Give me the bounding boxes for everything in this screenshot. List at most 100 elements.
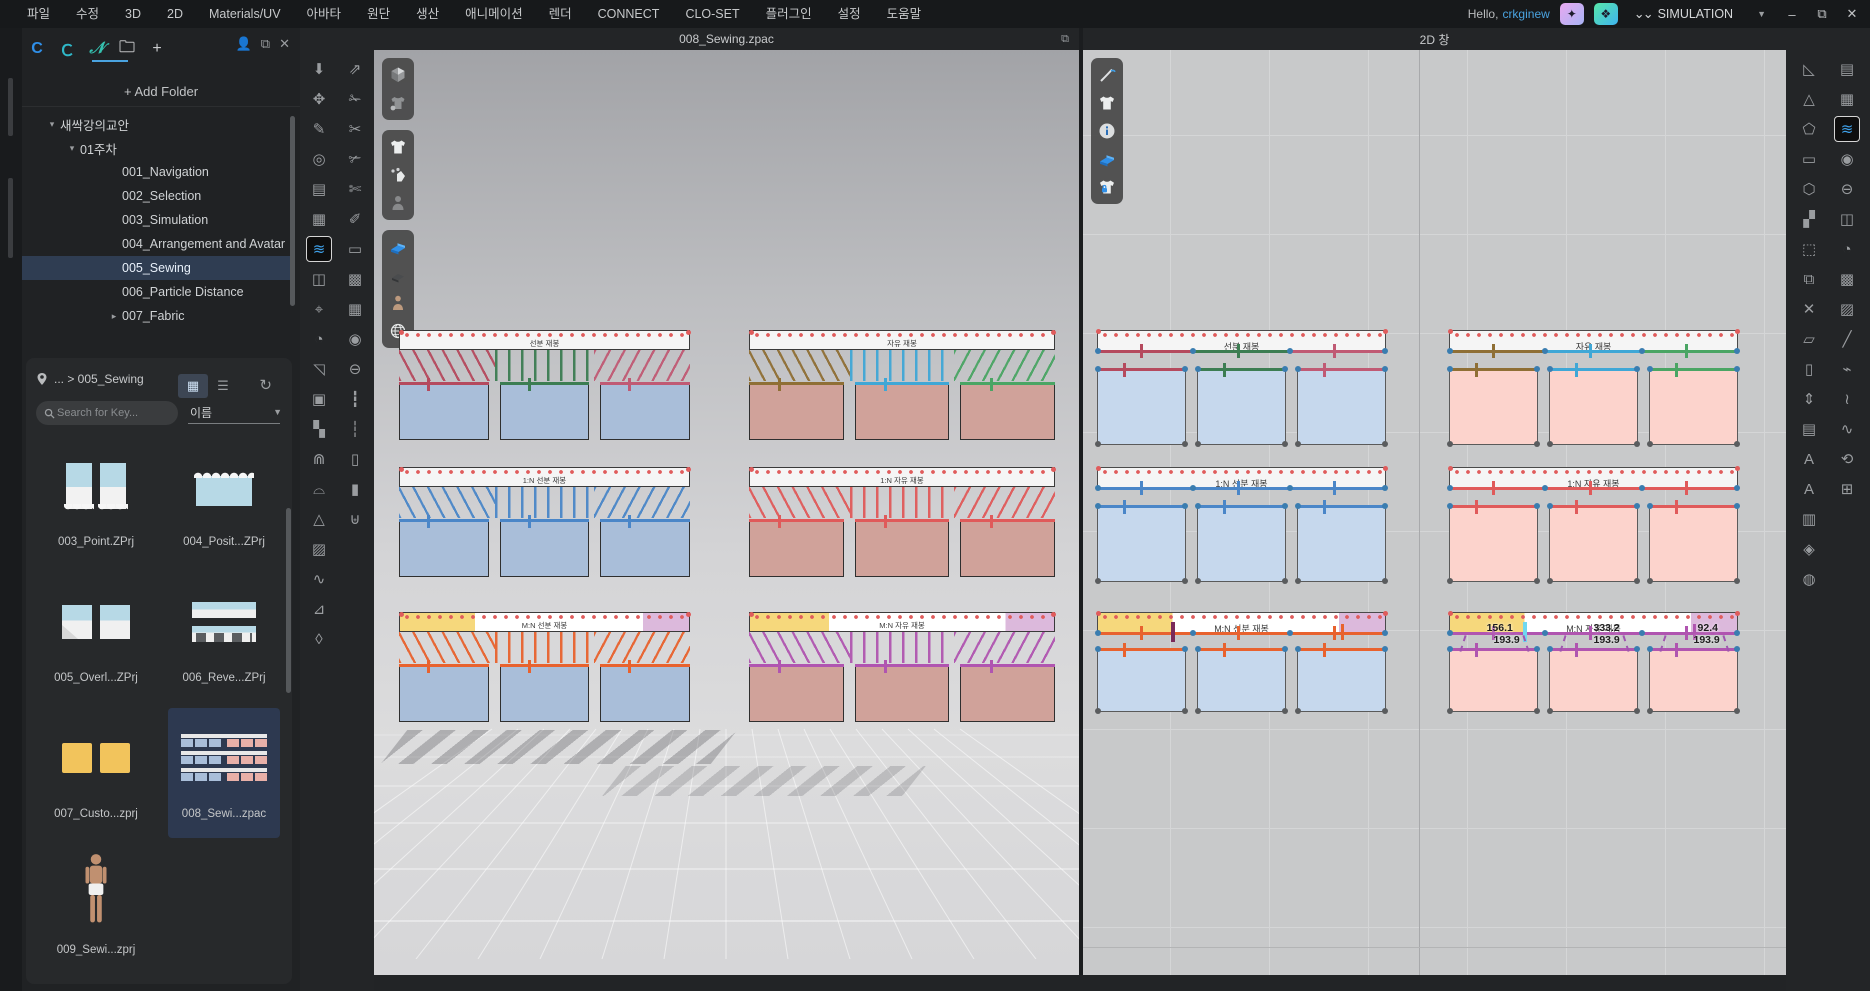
pattern-panel[interactable] <box>600 664 690 722</box>
pattern-point[interactable] <box>1734 578 1740 584</box>
pattern-point[interactable] <box>1096 611 1101 616</box>
pattern-point[interactable] <box>1287 630 1293 636</box>
ruler-icon[interactable]: ⊿ <box>306 596 332 622</box>
pattern-panel[interactable] <box>1649 368 1738 445</box>
pattern-point[interactable] <box>1051 612 1056 617</box>
pattern-panel[interactable] <box>1197 368 1286 445</box>
shirt-steam-icon[interactable]: ◔ <box>1834 236 1860 262</box>
info-icon[interactable] <box>1095 119 1119 143</box>
fold-arrangement-icon[interactable]: ◹ <box>306 356 332 382</box>
jacket-icon[interactable]: ▣ <box>306 386 332 412</box>
menu-item[interactable]: Materials/UV <box>196 0 294 28</box>
pattern-pieces-icon[interactable]: ▚ <box>306 416 332 442</box>
pattern-panel[interactable] <box>500 382 590 440</box>
pattern-point[interactable] <box>1734 441 1740 447</box>
fitting-sewing-icon[interactable]: ◫ <box>306 266 332 292</box>
show-avatar-icon[interactable] <box>386 191 410 215</box>
pattern-panel[interactable] <box>1197 648 1286 712</box>
shirt-checker-icon[interactable]: ▨ <box>1834 296 1860 322</box>
connect-logo-icon[interactable]: Ｃ <box>52 36 82 62</box>
pattern-point[interactable] <box>1647 441 1653 447</box>
arrangement-points-icon[interactable] <box>386 163 410 187</box>
tree-expander-icon[interactable]: ▾ <box>64 143 80 154</box>
pattern-point[interactable] <box>1095 441 1101 447</box>
pattern-point[interactable] <box>1182 441 1188 447</box>
pattern-panel[interactable] <box>749 519 844 577</box>
pattern-panel[interactable] <box>1297 368 1386 445</box>
pattern-point[interactable] <box>1382 485 1388 491</box>
pattern-point[interactable] <box>1190 630 1196 636</box>
pattern-point[interactable] <box>1647 578 1653 584</box>
pattern-point[interactable] <box>1447 441 1453 447</box>
shirt-needle-1-icon[interactable]: ✁ <box>342 86 368 112</box>
wrap-drape-icon[interactable]: ⌓ <box>306 476 332 502</box>
pattern-point[interactable] <box>1647 366 1653 372</box>
pattern-panel[interactable] <box>960 519 1055 577</box>
pattern-panel[interactable] <box>1197 505 1286 582</box>
pattern-panel[interactable] <box>1097 505 1186 582</box>
tree-item[interactable]: 001_Navigation <box>22 160 290 184</box>
comb-ruler-icon[interactable]: ▤ <box>1796 416 1822 442</box>
pattern-point[interactable] <box>1095 646 1101 652</box>
pattern-panel[interactable] <box>1297 648 1386 712</box>
menu-item[interactable]: 애니메이션 <box>452 0 536 28</box>
sewing-line[interactable] <box>1193 632 1289 635</box>
layer-clone-icon[interactable]: ◈ <box>1796 536 1822 562</box>
notch-slash-icon[interactable]: ╱ <box>1834 326 1860 352</box>
pattern-point[interactable] <box>1182 503 1188 509</box>
shirt-texture-icon[interactable]: ▩ <box>1834 266 1860 292</box>
menu-item[interactable]: 3D <box>112 0 154 28</box>
basting-icon[interactable]: ⌁ <box>1834 356 1860 382</box>
pattern-point[interactable] <box>1182 708 1188 714</box>
add-tab-icon[interactable]: + <box>142 36 172 62</box>
pattern-point[interactable] <box>1639 485 1645 491</box>
pattern-point[interactable] <box>1547 441 1553 447</box>
elastic-vertical-icon[interactable]: ≀ <box>1834 386 1860 412</box>
show-garment-shirt-icon[interactable] <box>386 135 410 159</box>
viewport-3d[interactable]: 선분 재봉자유 재봉1:N 선분 재봉1:N 자유 재봉M:N 선분 재봉M:N… <box>374 50 1079 975</box>
pattern-point[interactable] <box>1534 646 1540 652</box>
menu-item[interactable]: 수정 <box>63 0 112 28</box>
pattern-point[interactable] <box>1095 708 1101 714</box>
file-thumbnail[interactable]: 009_Sewi...zprj <box>40 844 152 974</box>
pattern-point[interactable] <box>1195 646 1201 652</box>
pattern-point[interactable] <box>1734 630 1740 636</box>
pattern-point[interactable] <box>1282 441 1288 447</box>
pattern-point[interactable] <box>1634 503 1640 509</box>
mn-sewing-machine-icon[interactable]: ▦ <box>1834 86 1860 112</box>
fabric-roll-icon[interactable]: ▭ <box>342 236 368 262</box>
pattern-point[interactable] <box>749 612 754 617</box>
pattern-point[interactable] <box>749 467 754 472</box>
pattern-point[interactable] <box>1634 646 1640 652</box>
buttonhole-icon[interactable]: ⊖ <box>342 356 368 382</box>
edit-pattern-icon[interactable]: △ <box>1796 86 1822 112</box>
close-panel-icon[interactable]: ✕ <box>279 36 290 52</box>
pattern-panel[interactable] <box>399 382 489 440</box>
pattern-point[interactable] <box>1639 630 1645 636</box>
tree-scrollbar[interactable] <box>290 116 295 306</box>
pattern-panel[interactable] <box>1449 505 1538 582</box>
pattern-panel[interactable] <box>749 664 844 722</box>
mode-switcher[interactable]: ⌄⌄ SIMULATION ▼ <box>1634 6 1766 22</box>
pattern-panel[interactable] <box>1549 505 1638 582</box>
pattern-point[interactable] <box>1735 611 1740 616</box>
sewing-line[interactable] <box>1290 632 1386 635</box>
pattern-point[interactable] <box>1735 466 1740 471</box>
pattern-point[interactable] <box>1382 578 1388 584</box>
pattern-point[interactable] <box>1634 366 1640 372</box>
gravity-drop-icon[interactable]: ⬇ <box>306 56 332 82</box>
pattern-point[interactable] <box>1634 578 1640 584</box>
breadcrumb[interactable]: ... > 005_Sewing <box>54 372 144 386</box>
pattern-point[interactable] <box>1447 630 1453 636</box>
pattern-mesh-icon[interactable] <box>386 263 410 287</box>
menu-item[interactable]: 도움말 <box>874 0 935 28</box>
pattern-point[interactable] <box>1195 708 1201 714</box>
pattern-point[interactable] <box>399 330 404 335</box>
grading-cross-icon[interactable]: ✕ <box>1796 296 1822 322</box>
edit-curvature-icon[interactable]: ⬠ <box>1796 116 1822 142</box>
view3d-titlebar[interactable]: 008_Sewing.zpac ⧉ <box>374 28 1079 50</box>
tree-item[interactable]: 003_Simulation <box>22 208 290 232</box>
pattern-point[interactable] <box>1734 348 1740 354</box>
file-thumbnail[interactable]: 005_Overl...ZPrj <box>40 572 152 702</box>
clo-logo-icon[interactable]: C <box>22 36 52 62</box>
